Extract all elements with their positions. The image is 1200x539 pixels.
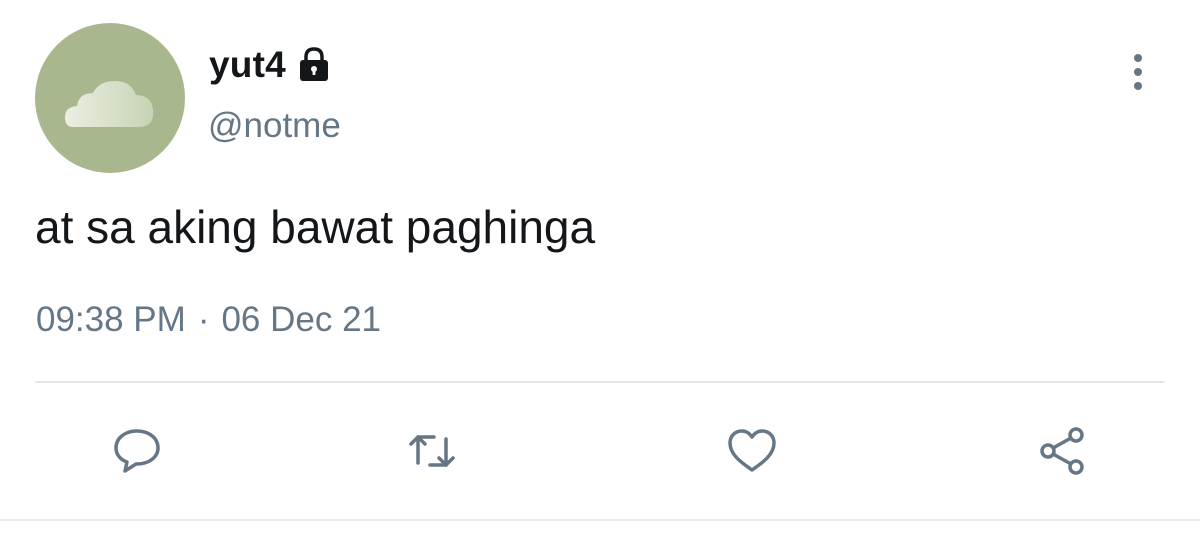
more-options-button[interactable] [1115,48,1161,94]
meta-separator: · [197,300,210,339]
divider [35,381,1165,383]
tweet-time: 09:38 PM [36,300,186,339]
bottom-divider [0,519,1200,521]
share-button[interactable] [1035,423,1091,479]
like-button[interactable] [724,423,780,479]
retweet-arrows-icon [409,435,455,467]
speech-bubble-icon [114,429,160,473]
vertical-dots-icon [1134,54,1142,90]
author-name-row: yut4 [209,42,333,88]
share-nodes-icon [1040,427,1084,475]
tweet-text: at sa aking bawat paghinga [35,201,596,253]
cloud-icon [65,81,154,127]
tweet-card: yut4 @notme at sa aking bawat paghinga 0… [0,0,1200,539]
tweet-timestamp[interactable]: 09:38 PM · 06 Dec 21 [36,300,381,340]
heart-icon [728,429,776,472]
display-name[interactable]: yut4 [209,44,286,86]
reply-button[interactable] [109,423,165,479]
lock-icon [299,47,328,81]
avatar[interactable] [35,23,185,173]
author-handle[interactable]: @notme [208,106,341,146]
retweet-button[interactable] [404,423,460,479]
tweet-date: 06 Dec 21 [221,300,382,339]
